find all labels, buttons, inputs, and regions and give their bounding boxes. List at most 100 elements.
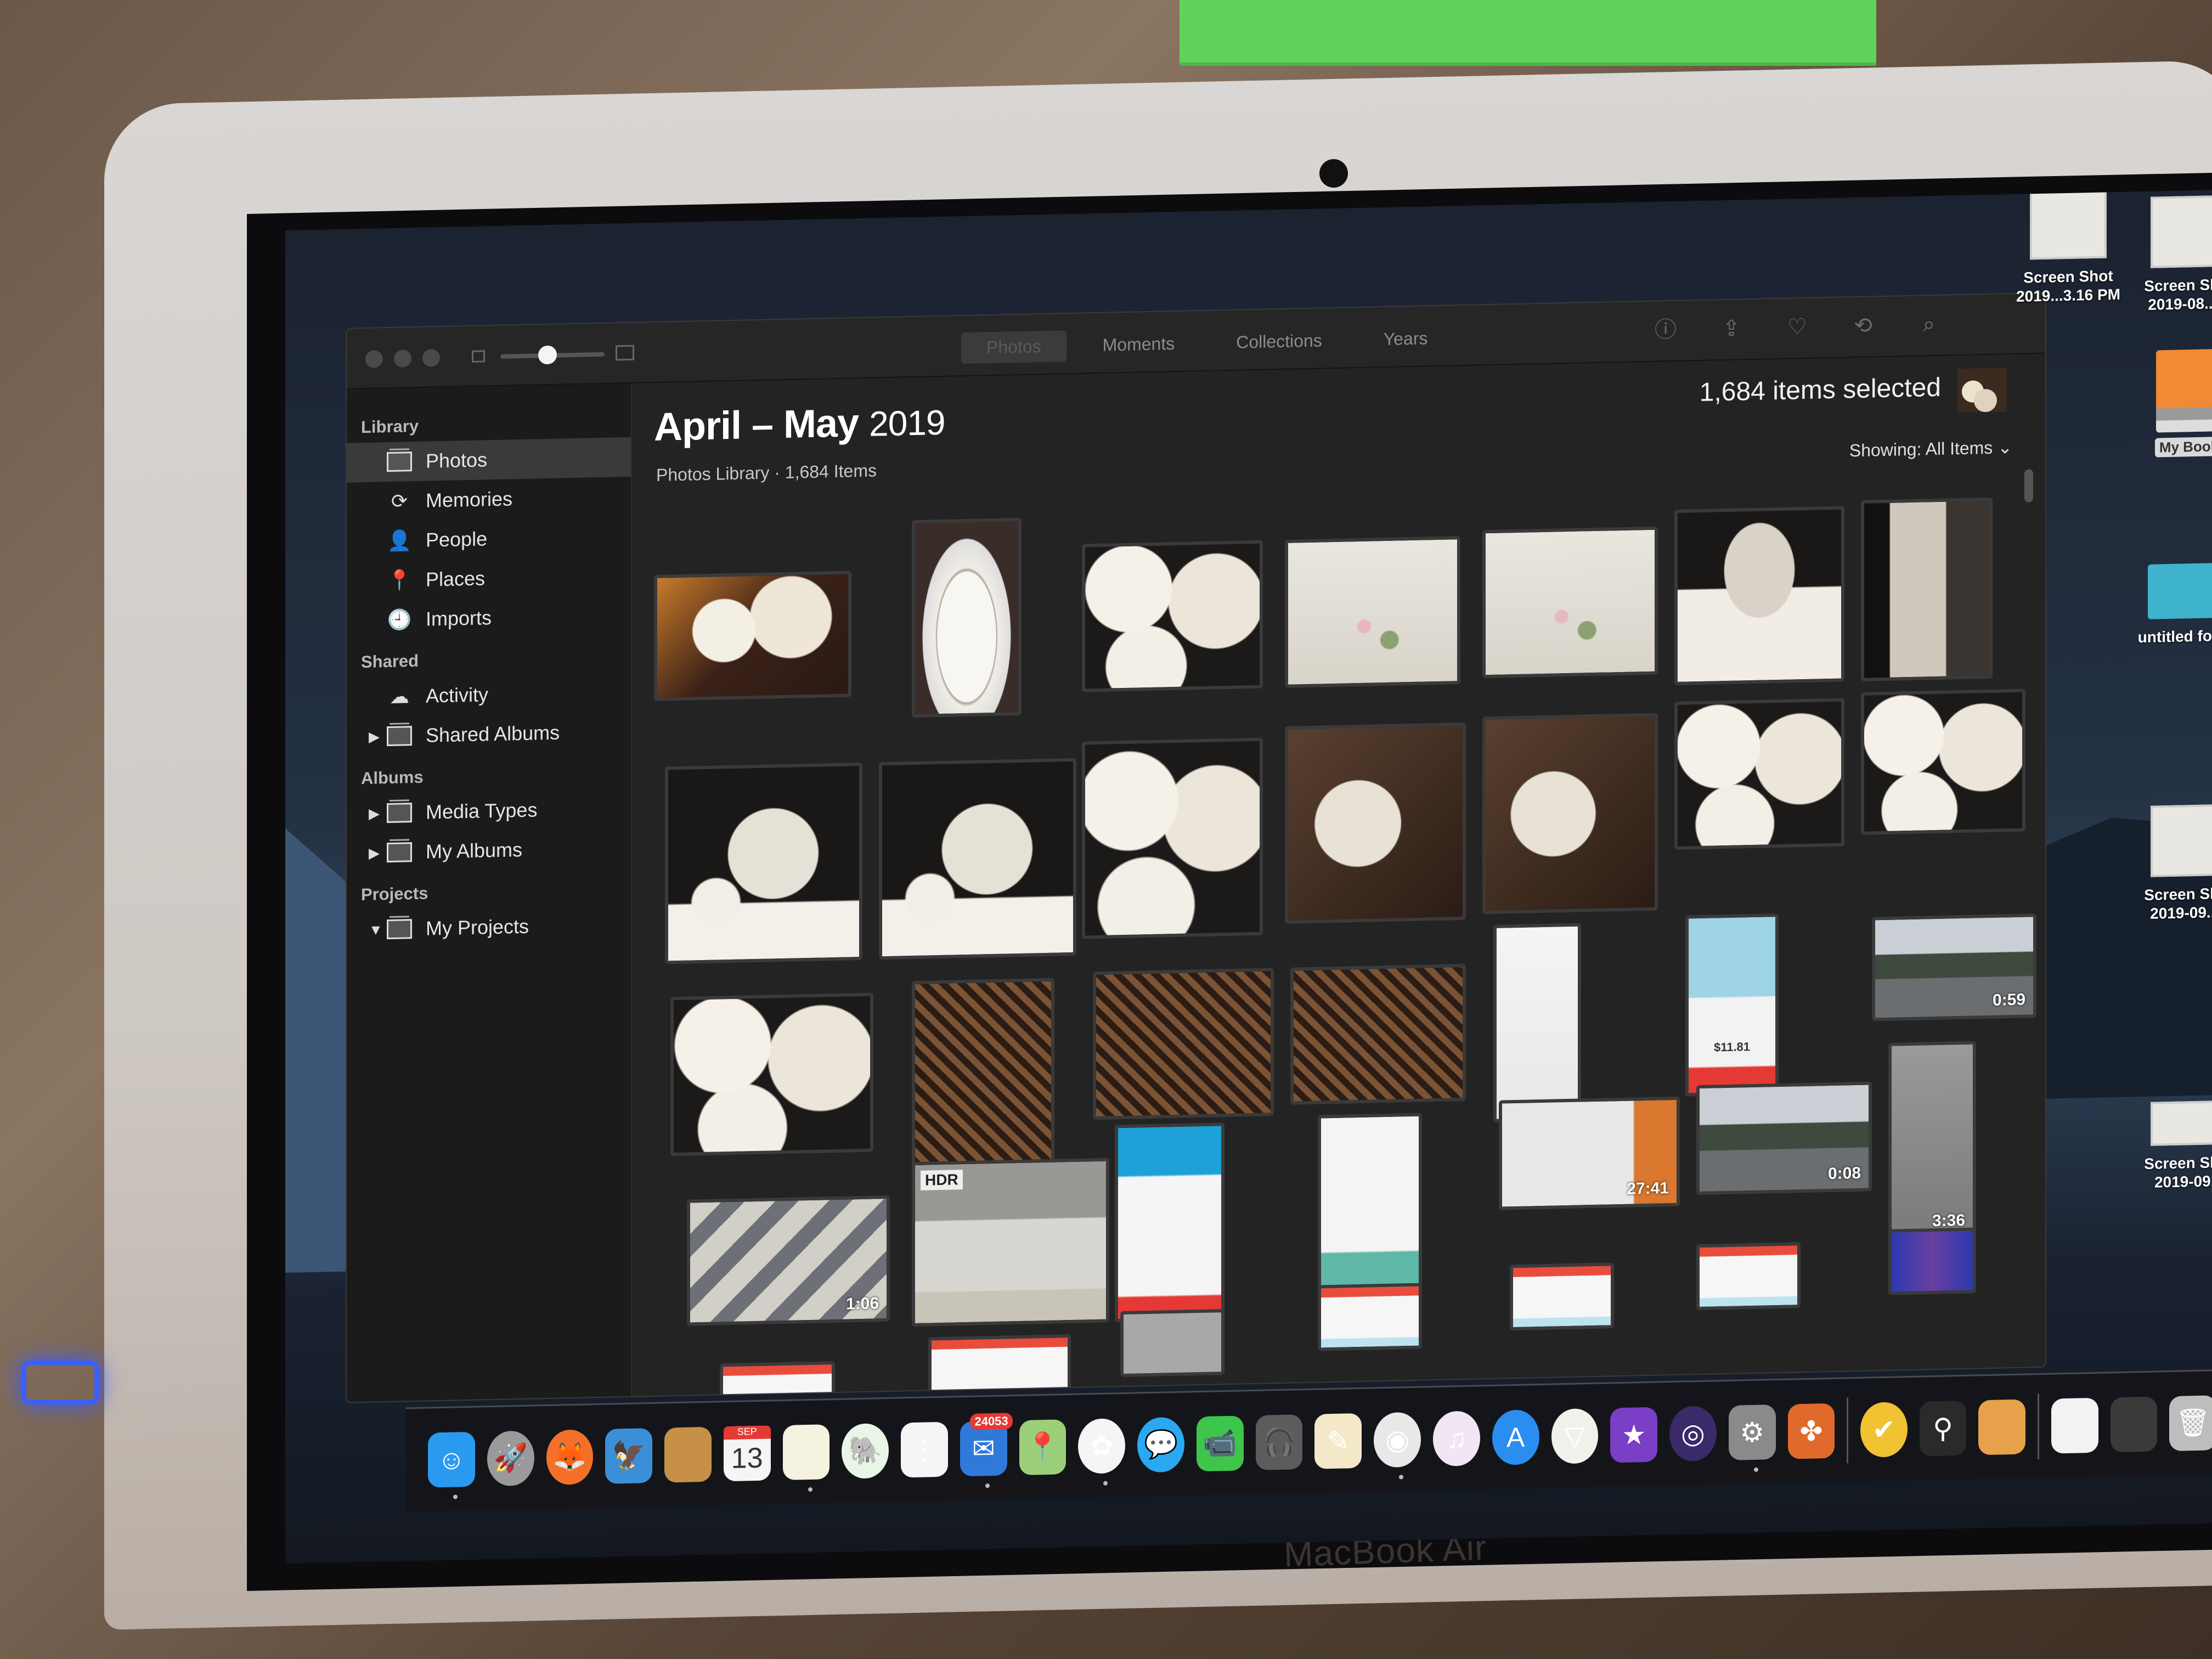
downloads-stack-icon[interactable] (2110, 1396, 2158, 1452)
sidebar-item-media-types[interactable]: ▶ Media Types (347, 788, 631, 834)
zoom-in-icon[interactable] (616, 345, 634, 361)
evernote-icon[interactable]: 🐘 (842, 1423, 889, 1479)
photo-thumbnail[interactable] (1888, 1227, 1976, 1295)
photo-thumbnail[interactable] (670, 992, 873, 1156)
info-icon[interactable]: ⓘ (1652, 317, 1679, 343)
disclosure-triangle-icon[interactable]: ▶ (369, 844, 385, 862)
maps-icon[interactable]: 📍 (1019, 1419, 1066, 1475)
imovie-icon[interactable]: ★ (1610, 1407, 1658, 1463)
photo-thumbnail[interactable] (1674, 506, 1844, 685)
reminders-icon[interactable]: ⋮ (901, 1421, 948, 1477)
sidebar-item-imports[interactable]: 🕘 Imports (347, 595, 631, 641)
share-icon[interactable]: ⇪ (1718, 315, 1745, 342)
zoom-slider-knob[interactable] (538, 345, 557, 365)
mail-icon[interactable]: ✉ 24053 (960, 1412, 1013, 1488)
photo-thumbnail[interactable] (1861, 689, 2025, 835)
system-info-icon[interactable]: ⚲ (1919, 1400, 1967, 1457)
archive-icon[interactable] (1978, 1399, 2026, 1455)
scrollbar[interactable] (2024, 469, 2033, 503)
sidebar-item-my-albums[interactable]: ▶ My Albums (347, 828, 631, 873)
photo-thumbnail[interactable] (879, 758, 1076, 960)
sidebar-item-memories[interactable]: ⟳ Memories (347, 477, 631, 522)
photo-thumbnail[interactable] (1696, 1242, 1801, 1311)
finder-icon[interactable]: ☺ (428, 1431, 475, 1499)
search-icon[interactable]: ⌕ (1916, 311, 1942, 338)
photo-thumbnail[interactable] (1115, 1122, 1224, 1323)
tab-photos[interactable]: Photos (961, 330, 1066, 364)
app-store-icon[interactable]: A (1492, 1409, 1539, 1465)
documents-stack-icon[interactable] (2051, 1397, 2098, 1454)
fullscreen-button[interactable] (422, 349, 440, 367)
photo-thumbnail[interactable] (1318, 1113, 1422, 1313)
disclosure-triangle-icon[interactable]: ▼ (369, 921, 385, 939)
photos-app-icon[interactable]: ✿ (1078, 1418, 1126, 1486)
notes-icon[interactable] (782, 1424, 830, 1492)
headphones-icon[interactable]: 🎧 (1255, 1414, 1303, 1470)
firefox-icon[interactable]: 🦊 (546, 1429, 594, 1485)
desktop-icon-screenshot[interactable]: Screen Shot 2019-08...9. (2118, 195, 2212, 315)
photo-thumbnail[interactable]: $11.81 (1685, 913, 1779, 1097)
messages-icon[interactable]: 💬 (1137, 1417, 1184, 1472)
disclosure-triangle-icon[interactable]: ▶ (369, 728, 385, 746)
photo-thumbnail[interactable] (928, 1334, 1071, 1403)
photo-thumbnail[interactable] (1285, 536, 1460, 688)
monument-icon[interactable]: ▽ (1551, 1408, 1599, 1464)
sidebar-item-my-projects[interactable]: ▼ My Projects (347, 905, 631, 950)
photo-thumbnail[interactable] (1290, 963, 1466, 1105)
photo-thumbnail[interactable] (665, 762, 862, 964)
trash-icon[interactable]: 🗑 (2169, 1395, 2212, 1451)
sidebar-item-activity[interactable]: ☁ Activity (347, 672, 631, 718)
zoom-out-icon[interactable] (472, 350, 485, 363)
photo-thumbnail[interactable] (1318, 1283, 1422, 1351)
tab-years[interactable]: Years (1358, 322, 1453, 356)
desktop-icon-untitled-folder[interactable]: untitled folder (2118, 562, 2212, 647)
photo-thumbnail[interactable] (1093, 968, 1274, 1120)
disclosure-triangle-icon[interactable]: ▶ (369, 805, 385, 822)
photo-thumbnail[interactable] (1482, 713, 1658, 915)
siri-icon[interactable]: ◎ (1669, 1405, 1717, 1462)
photo-thumbnail[interactable] (1120, 1309, 1224, 1378)
gear-icon[interactable]: ⚙ (1728, 1404, 1776, 1472)
video-thumbnail[interactable]: 1:06 (687, 1195, 890, 1326)
calendar-icon[interactable]: SEP 13 (723, 1425, 771, 1481)
photo-thumbnail[interactable] (1082, 540, 1263, 692)
desktop-icon-my-book[interactable]: My Book (2118, 348, 2212, 458)
rotate-icon[interactable]: ⟲ (1850, 312, 1876, 339)
reason-icon[interactable]: ✤ (1787, 1403, 1835, 1459)
photo-thumbnail[interactable] (912, 517, 1022, 718)
photo-thumbnail[interactable] (720, 1361, 835, 1403)
photo-thumbnail[interactable] (1482, 526, 1658, 679)
facetime-icon[interactable]: 📹 (1196, 1415, 1244, 1471)
minimize-button[interactable] (394, 349, 411, 368)
preview-icon[interactable]: 🦅 (605, 1427, 653, 1484)
photo-thumbnail[interactable]: HDR (912, 1158, 1109, 1327)
video-thumbnail[interactable]: 27:41 (1499, 1096, 1680, 1210)
photo-thumbnail[interactable] (1285, 722, 1466, 924)
selection-thumbnail[interactable] (1957, 368, 2007, 413)
sketch-icon[interactable]: ✎ (1314, 1413, 1362, 1469)
video-thumbnail[interactable]: 3:36 (1888, 1041, 1976, 1240)
launchpad-icon[interactable]: 🚀 (487, 1430, 534, 1486)
notebook-icon[interactable] (664, 1426, 712, 1483)
photo-thumbnail[interactable] (1493, 923, 1581, 1122)
showing-filter-dropdown[interactable]: Showing: All Items ⌄ (1849, 437, 2012, 461)
itunes-icon[interactable]: ♫ (1433, 1410, 1480, 1466)
tab-moments[interactable]: Moments (1077, 328, 1200, 362)
sidebar-item-places[interactable]: 📍 Places (347, 556, 631, 601)
norton-icon[interactable]: ✔ (1860, 1401, 1908, 1458)
desktop-icon-screenshot[interactable]: Screen Shot 2019-09...3 (2118, 804, 2212, 924)
video-thumbnail[interactable]: 0:59 (1872, 913, 2036, 1022)
photo-thumbnail[interactable] (1082, 737, 1263, 939)
photo-thumbnail[interactable] (912, 978, 1054, 1179)
sidebar-item-photos[interactable]: Photos (347, 437, 631, 483)
photo-thumbnail[interactable] (654, 571, 851, 701)
sidebar-item-shared-albums[interactable]: ▶ Shared Albums (347, 712, 631, 757)
photo-thumbnail[interactable] (1674, 698, 1844, 850)
video-thumbnail[interactable]: 0:08 (1696, 1081, 1872, 1195)
photo-thumbnail[interactable] (1510, 1262, 1614, 1331)
chrome-icon[interactable]: ◉ (1374, 1412, 1421, 1479)
tab-collections[interactable]: Collections (1211, 324, 1347, 358)
heart-icon[interactable]: ♡ (1784, 314, 1810, 341)
sidebar-item-people[interactable]: 👤 People (347, 516, 631, 562)
desktop-icon-screenshot[interactable]: Screen Shot 2019-09... (2118, 1100, 2212, 1193)
